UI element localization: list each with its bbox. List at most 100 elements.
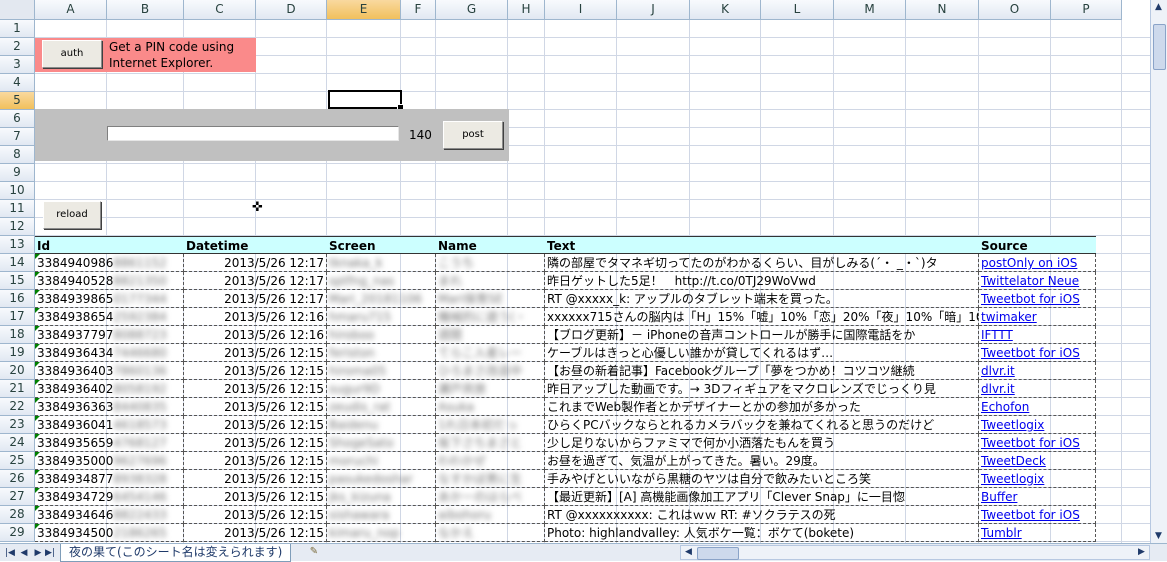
row-header-19[interactable]: 19	[0, 344, 35, 362]
cell-source[interactable]: Tweetbot for iOS	[979, 434, 1096, 452]
cell-id[interactable]: 33849409868861152	[35, 254, 184, 272]
cell-name[interactable]: ひろまさ改造中	[436, 362, 545, 380]
row-header-21[interactable]: 21	[0, 380, 35, 398]
cell-id[interactable]: 33849363638440835	[35, 398, 184, 416]
cell-source[interactable]: Twittelator Neue	[979, 272, 1096, 290]
row-header-3[interactable]: 3	[0, 56, 35, 74]
cell-datetime[interactable]: 2013/5/26 12:15	[184, 506, 327, 524]
cell-name[interactable]: Mari保育SE	[436, 290, 545, 308]
scroll-right-icon[interactable]: ▶	[1134, 547, 1149, 557]
cell-screen[interactable]: sishawara	[327, 506, 436, 524]
row-header-11[interactable]: 11	[0, 200, 35, 218]
cell-screen[interactable]: sptfng_nas	[327, 272, 436, 290]
cell-screen[interactable]: Baidenu	[327, 416, 436, 434]
nav-first-icon[interactable]: |◀	[4, 547, 16, 559]
cell-datetime[interactable]: 2013/5/26 12:15	[184, 434, 327, 452]
row-header-18[interactable]: 18	[0, 326, 35, 344]
nav-next-icon[interactable]: ▶	[32, 547, 44, 559]
cell-screen[interactable]: sugur9D	[327, 380, 436, 398]
cell-datetime[interactable]: 2013/5/26 12:17	[184, 290, 327, 308]
nav-prev-icon[interactable]: ◀	[18, 547, 30, 559]
cell-source[interactable]: Tweetbot for iOS	[979, 290, 1096, 308]
column-header-c[interactable]: C	[184, 0, 256, 20]
column-header-m[interactable]: M	[834, 0, 906, 20]
cell-datetime[interactable]: 2013/5/26 12:15	[184, 398, 327, 416]
cell-text[interactable]: お昼を過ぎて、気温が上がってきた。暑い。29度。	[545, 452, 979, 470]
cell-text[interactable]: 隣の部屋でタマネギ切ってたのがわかるくらい、目がしみる(´・ _・`)タ	[545, 254, 979, 272]
cell-datetime[interactable]: 2013/5/26 12:15	[184, 344, 327, 362]
cell-source-value[interactable]: Echofon	[981, 400, 1029, 414]
row-header-2[interactable]: 2	[0, 38, 35, 56]
select-all-corner[interactable]	[0, 0, 35, 20]
cell-text[interactable]: 昨日ゲットした5足！ http://t.co/0TJ29WoVwd	[545, 272, 979, 290]
cell-id[interactable]: 33849345002186265	[35, 524, 184, 542]
row-header-29[interactable]: 29	[0, 524, 35, 542]
nav-last-icon[interactable]: ▶|	[44, 547, 56, 559]
cell-datetime[interactable]: 2013/5/26 12:15	[184, 380, 327, 398]
row-header-10[interactable]: 10	[0, 182, 35, 200]
cell-source[interactable]: Tweetbot for iOS	[979, 506, 1096, 524]
column-header-b[interactable]: B	[107, 0, 184, 20]
cell-source[interactable]: Buffer	[979, 488, 1096, 506]
cell-source-value[interactable]: Tweetbot for iOS	[981, 436, 1080, 450]
cell-screen[interactable]: Mari_20181106	[327, 290, 436, 308]
scroll-up-icon[interactable]: ▲	[1151, 2, 1166, 12]
row-header-14[interactable]: 14	[0, 254, 35, 272]
column-header-e[interactable]: E	[327, 0, 401, 20]
cell-screen[interactable]: jks_kizuna	[327, 488, 436, 506]
cell-source[interactable]: TweetDeck	[979, 452, 1096, 470]
horizontal-scrollbar[interactable]: ◀ ▶	[680, 545, 1150, 560]
column-header-g[interactable]: G	[436, 0, 508, 20]
cell-text[interactable]: 【最近更新】[A] 高機能画像加工アプリ「Clever Snap」に一目惚	[545, 488, 979, 506]
cell-screen[interactable]: kimaru_nop	[327, 524, 436, 542]
cell-text[interactable]: 昨日アップした動画です。→ 3Dフィギュアをマクロレンズでじっくり見	[545, 380, 979, 398]
cell-name[interactable]: こうち	[436, 254, 545, 272]
row-header-13[interactable]: 13	[0, 236, 35, 254]
cell-datetime[interactable]: 2013/5/26 12:15	[184, 416, 327, 434]
cell-id[interactable]: 33849350009627696	[35, 452, 184, 470]
row-header-25[interactable]: 25	[0, 452, 35, 470]
row-header-16[interactable]: 16	[0, 290, 35, 308]
column-header-l[interactable]: L	[761, 0, 834, 20]
cell-text[interactable]: ケーブルはきっと心優しい誰かが貸してくれるはず…	[545, 344, 979, 362]
cell-datetime[interactable]: 2013/5/26 12:15	[184, 524, 327, 542]
column-header-j[interactable]: J	[617, 0, 690, 20]
cell-id[interactable]: 33849360414618573	[35, 416, 184, 434]
sheet-tab[interactable]: 夜の果て(このシート名は変えられます)	[60, 544, 292, 562]
column-header-k[interactable]: K	[690, 0, 761, 20]
cell-source-value[interactable]: TweetDeck	[981, 454, 1046, 468]
cell-id[interactable]: 33849364028058192	[35, 380, 184, 398]
cell-text[interactable]: 少し足りないからファミマで何か小洒落たもんを買う	[545, 434, 979, 452]
cell-text[interactable]: RT @xxxxx_k: アップルのタブレット端末を買った。	[545, 290, 979, 308]
row-header-1[interactable]: 1	[0, 20, 35, 38]
column-header-n[interactable]: N	[906, 0, 979, 20]
cell-source[interactable]: dlvr.it	[979, 380, 1096, 398]
post-button[interactable]: post	[443, 121, 503, 149]
cell-id[interactable]: 33849364347446680	[35, 344, 184, 362]
cell-datetime[interactable]: 2013/5/26 12:16	[184, 308, 327, 326]
row-header-7[interactable]: 7	[0, 128, 35, 146]
cell-id[interactable]: 33849348778938328	[35, 470, 184, 488]
column-header-a[interactable]: A	[35, 0, 107, 20]
row-header-4[interactable]: 4	[0, 74, 35, 92]
cell-name[interactable]: あかーのはらべ	[436, 488, 545, 506]
row-header-22[interactable]: 22	[0, 398, 35, 416]
cell-source-value[interactable]: Buffer	[981, 490, 1017, 504]
column-header-i[interactable]: I	[545, 0, 617, 20]
cell-source-value[interactable]: dlvr.it	[981, 364, 1015, 378]
cell-name[interactable]: なかえ	[436, 524, 545, 542]
cell-source-value[interactable]: Tweetlogix	[981, 418, 1044, 432]
cell-text[interactable]: ひらくPCバックならとれるカメラバックを兼ねてくれると思うのだけど	[545, 416, 979, 434]
cell-datetime[interactable]: 2013/5/26 12:15	[184, 362, 327, 380]
cell-source[interactable]: dlvr.it	[979, 362, 1096, 380]
row-header-5[interactable]: 5	[0, 92, 35, 110]
cell-text[interactable]: 【お昼の新着記事】Facebookグループ「夢をつかめ！コツコツ継続	[545, 362, 979, 380]
cell-name[interactable]: 坂下さちまさと	[436, 434, 545, 452]
cell-screen[interactable]: pasukedoshar	[327, 470, 436, 488]
spreadsheet-grid[interactable]: ABCDEFGHIJKLMNOP 1 2 3 4 5 6 7 8 9 10 11 12 13 14 15 16…	[0, 0, 1150, 543]
cell-id[interactable]: 33849405288821350	[35, 272, 184, 290]
cell-text[interactable]: Photo: highlandvalley: 人気ボケ一覧：ボケて(bokete…	[545, 524, 979, 542]
cell-source-value[interactable]: IFTTT	[981, 328, 1013, 342]
cell-text[interactable]: RT @xxxxxxxxxx: これはｗｗ RT: #ソクラテスの死	[545, 506, 979, 524]
column-header-o[interactable]: O	[979, 0, 1051, 20]
